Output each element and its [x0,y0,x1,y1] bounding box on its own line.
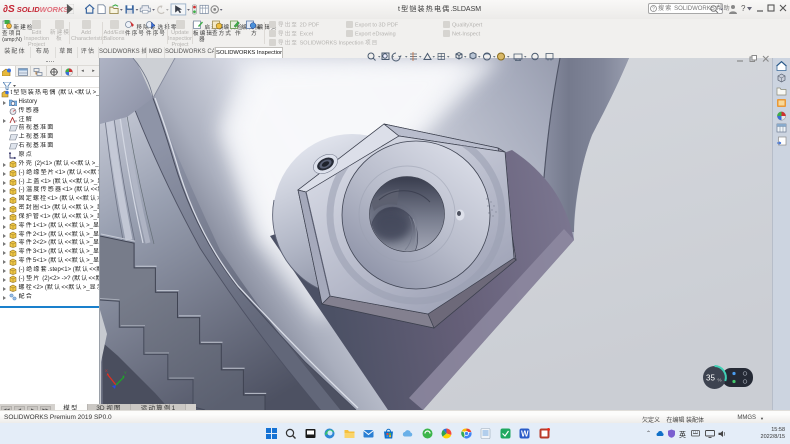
svg-text:X: X [105,368,108,373]
svg-text:W: W [521,430,529,439]
svg-text:%: % [718,378,722,383]
svg-text:35: 35 [706,374,715,383]
svg-text:?: ? [652,7,655,13]
svg-text:Y: Y [124,370,127,375]
